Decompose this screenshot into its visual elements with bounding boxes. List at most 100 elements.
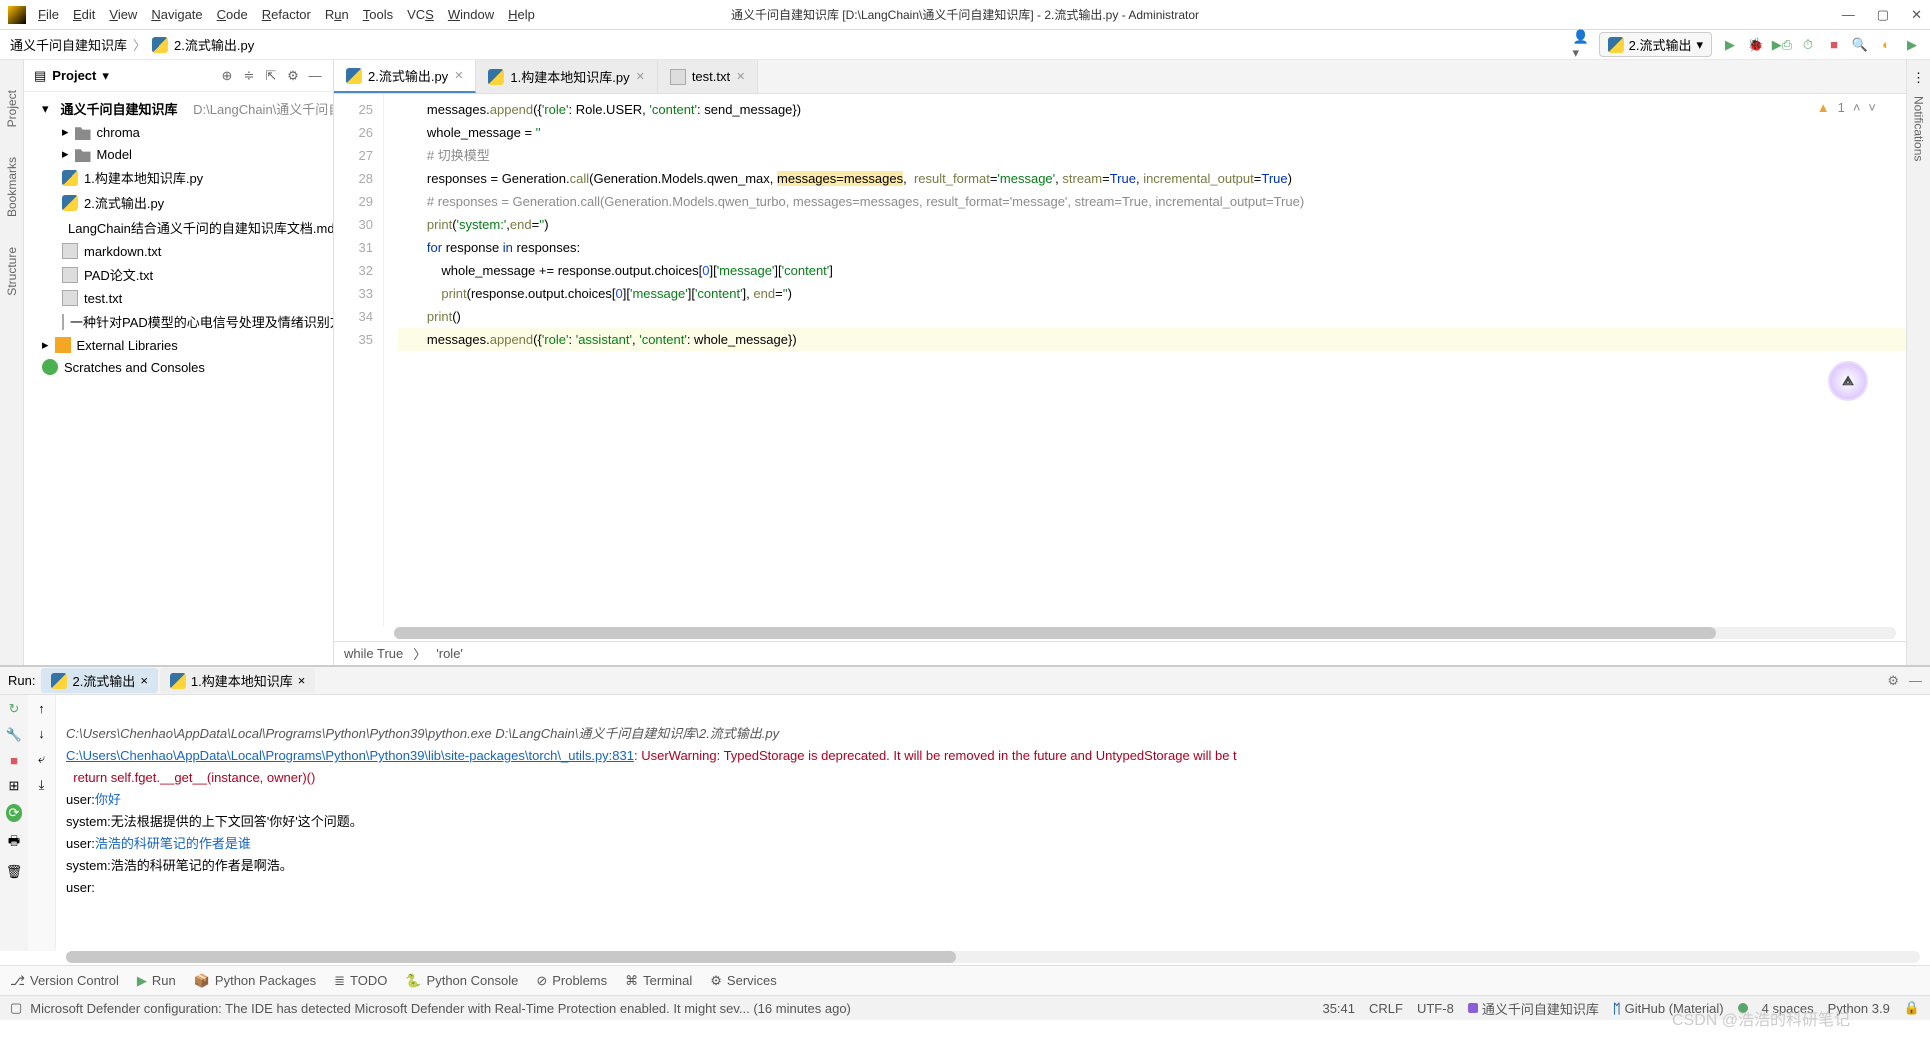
- run-tab[interactable]: 2.流式输出×: [41, 668, 157, 693]
- editor-tab[interactable]: 2.流式输出.py✕: [334, 60, 476, 93]
- down-button[interactable]: ↓: [38, 726, 45, 741]
- bottom-tool-problems[interactable]: ⊘Problems: [536, 973, 607, 989]
- profile-button[interactable]: ⏱: [1800, 37, 1816, 53]
- user-icon[interactable]: 👤▾: [1573, 37, 1589, 53]
- interpreter-widget[interactable]: Python 3.9: [1828, 1001, 1890, 1016]
- status-icon[interactable]: ▢: [10, 1000, 22, 1016]
- crumb-0[interactable]: while True: [344, 646, 403, 661]
- stop-button[interactable]: ■: [10, 753, 18, 768]
- project-tool-tab[interactable]: Project: [5, 90, 19, 127]
- up-button[interactable]: ↑: [38, 701, 45, 716]
- menu-navigate[interactable]: Navigate: [151, 7, 202, 22]
- close-tab-icon[interactable]: ×: [140, 673, 148, 688]
- chevron-up-icon[interactable]: ˄: [1853, 100, 1861, 115]
- file-encoding[interactable]: UTF-8: [1417, 1001, 1454, 1016]
- modify-run-config-button[interactable]: 🔧: [6, 727, 22, 743]
- run-anything-icon[interactable]: ▶: [1904, 37, 1920, 53]
- code-editor[interactable]: messages.append({'role': Role.USER, 'con…: [384, 94, 1906, 627]
- git-widget[interactable]: ᛖGitHub (Material): [1613, 1001, 1724, 1016]
- indent-widget[interactable]: 4 spaces: [1762, 1001, 1814, 1016]
- tree-item[interactable]: ▸Model: [24, 143, 333, 165]
- structure-breadcrumb[interactable]: while True 〉 'role': [334, 641, 1906, 665]
- close-tab-icon[interactable]: ✕: [736, 70, 745, 83]
- bottom-tool-todo[interactable]: ≣TODO: [334, 973, 387, 989]
- bottom-tool-run[interactable]: ▶Run: [137, 973, 176, 989]
- breadcrumb-root[interactable]: 通义千问自建知识库: [10, 35, 127, 54]
- ai-assistant-badge[interactable]: ⟁: [1828, 361, 1868, 401]
- tree-item[interactable]: 一种针对PAD模型的心电信号处理及情绪识别方法: [24, 309, 333, 334]
- editor-h-scrollbar[interactable]: [394, 627, 1896, 639]
- soft-wrap-button[interactable]: ⤶: [38, 751, 45, 767]
- menu-help[interactable]: Help: [508, 7, 535, 22]
- menu-vcs[interactable]: VCS: [407, 7, 434, 22]
- structure-tool-tab[interactable]: Structure: [5, 247, 19, 296]
- notifications-tool-tab[interactable]: Notifications: [1912, 96, 1926, 161]
- menu-view[interactable]: View: [109, 7, 137, 22]
- lock-icon[interactable]: 🔒: [1904, 1000, 1920, 1016]
- tree-item[interactable]: test.txt: [24, 287, 333, 309]
- select-opened-file-icon[interactable]: ⊕: [219, 68, 235, 84]
- bottom-tool-terminal[interactable]: ⌘Terminal: [625, 973, 692, 989]
- bottom-tool-python-console[interactable]: 🐍Python Console: [405, 973, 518, 989]
- tree-item[interactable]: 1.构建本地知识库.py: [24, 165, 333, 190]
- inspection-widget[interactable]: ▲ 1 ˄ ˅: [1817, 100, 1876, 115]
- menu-file[interactable]: File: [38, 7, 59, 22]
- console-h-scrollbar[interactable]: [66, 951, 956, 963]
- editor-tab[interactable]: test.txt✕: [658, 60, 759, 93]
- editor-tab[interactable]: 1.构建本地知识库.py✕: [476, 60, 657, 93]
- tree-item[interactable]: LangChain结合通义千问的自建知识库文档.md: [24, 215, 333, 240]
- restart-button[interactable]: ⟳: [6, 804, 23, 822]
- layout-button[interactable]: ⊞: [9, 778, 20, 794]
- coverage-button[interactable]: ▶⎙: [1774, 37, 1790, 53]
- chevron-down-icon[interactable]: ˅: [1868, 100, 1876, 115]
- menu-window[interactable]: Window: [448, 7, 494, 22]
- collapse-all-icon[interactable]: ⇱: [263, 68, 279, 84]
- status-message[interactable]: Microsoft Defender configuration: The ID…: [30, 1001, 851, 1016]
- breadcrumb[interactable]: 通义千问自建知识库 〉 2.流式输出.py: [10, 35, 254, 54]
- line-gutter[interactable]: 2526272829303132333435: [334, 94, 384, 627]
- menu-edit[interactable]: Edit: [73, 7, 95, 22]
- chevron-down-icon[interactable]: ▾: [102, 68, 109, 84]
- menu-tools[interactable]: Tools: [363, 7, 393, 22]
- tree-root[interactable]: ▾ 通义千问自建知识库 D:\LangChain\通义千问自建知识库: [24, 96, 333, 121]
- bottom-tool-services[interactable]: ⚙Services: [710, 973, 777, 989]
- bookmarks-tool-tab[interactable]: Bookmarks: [5, 157, 19, 217]
- minimize-icon[interactable]: —: [1842, 7, 1855, 23]
- line-separator[interactable]: CRLF: [1369, 1001, 1403, 1016]
- warning-link[interactable]: C:\Users\Chenhao\AppData\Local\Programs\…: [66, 748, 634, 763]
- print-button[interactable]: 🖶: [8, 832, 20, 854]
- close-tab-icon[interactable]: ✕: [636, 70, 645, 83]
- external-libraries[interactable]: ▸ External Libraries: [24, 334, 333, 356]
- crumb-1[interactable]: 'role': [436, 646, 463, 661]
- scroll-to-end-button[interactable]: ⤓: [39, 777, 45, 793]
- delete-button[interactable]: 🗑: [6, 864, 23, 880]
- settings-icon[interactable]: ⚙: [1887, 673, 1899, 689]
- settings-icon[interactable]: ⚙: [285, 68, 301, 84]
- project-tree[interactable]: ▾ 通义千问自建知识库 D:\LangChain\通义千问自建知识库 ▸chro…: [24, 92, 333, 665]
- git-status-dot[interactable]: [1738, 1003, 1748, 1013]
- scratches[interactable]: Scratches and Consoles: [24, 356, 333, 378]
- expand-all-icon[interactable]: ≑: [241, 68, 257, 84]
- run-config-selector[interactable]: 2.流式输出 ▾: [1599, 32, 1712, 57]
- rerun-button[interactable]: ↻: [9, 701, 20, 717]
- menu-run[interactable]: Run: [325, 7, 349, 22]
- tree-item[interactable]: 2.流式输出.py: [24, 190, 333, 215]
- project-indicator[interactable]: 通义千问自建知识库: [1468, 999, 1599, 1018]
- search-icon[interactable]: 🔍: [1852, 37, 1868, 53]
- run-tab[interactable]: 1.构建本地知识库×: [160, 668, 315, 693]
- console-output[interactable]: C:\Users\Chenhao\AppData\Local\Programs\…: [56, 695, 1930, 951]
- stop-button[interactable]: ■: [1826, 37, 1842, 53]
- tree-item[interactable]: PAD论文.txt: [24, 262, 333, 287]
- run-button[interactable]: ▶: [1722, 37, 1738, 53]
- debug-button[interactable]: 🐞: [1748, 37, 1764, 53]
- tree-item[interactable]: markdown.txt: [24, 240, 333, 262]
- menu-code[interactable]: Code: [217, 7, 248, 22]
- hide-icon[interactable]: —: [307, 68, 323, 84]
- more-icon[interactable]: ⋮: [1912, 70, 1925, 86]
- maximize-icon[interactable]: ▢: [1877, 7, 1889, 23]
- close-tab-icon[interactable]: ×: [298, 673, 306, 688]
- close-icon[interactable]: ✕: [1911, 7, 1922, 23]
- tree-item[interactable]: ▸chroma: [24, 121, 333, 143]
- breadcrumb-file[interactable]: 2.流式输出.py: [174, 35, 254, 54]
- menu-refactor[interactable]: Refactor: [262, 7, 311, 22]
